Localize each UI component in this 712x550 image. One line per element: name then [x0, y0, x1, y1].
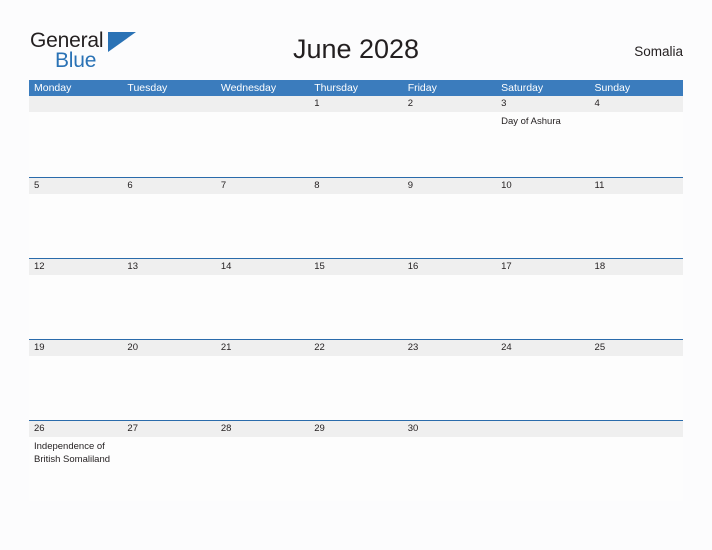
week-row: 26 27 28 29 30 Independence of British S…	[29, 420, 683, 501]
day-cell[interactable]	[590, 194, 683, 258]
day-number[interactable]: 5	[29, 178, 122, 194]
event-label: Independence of British Somaliland	[34, 441, 111, 465]
day-number[interactable]: 9	[403, 178, 496, 194]
day-number[interactable]	[122, 96, 215, 112]
day-number[interactable]	[496, 421, 589, 437]
day-cell[interactable]	[590, 275, 683, 339]
day-number[interactable]: 8	[309, 178, 402, 194]
day-cell[interactable]	[590, 112, 683, 176]
weekday-friday: Friday	[407, 82, 437, 94]
page-title: June 2028	[292, 34, 420, 64]
day-number[interactable]: 14	[216, 259, 309, 275]
day-cell[interactable]	[29, 356, 122, 420]
day-cell[interactable]	[403, 437, 496, 501]
day-number[interactable]: 20	[122, 340, 215, 356]
day-number[interactable]: 27	[122, 421, 215, 437]
day-cell[interactable]	[309, 356, 402, 420]
day-cell[interactable]	[216, 275, 309, 339]
week-row: 12 13 14 15 16 17 18	[29, 258, 683, 339]
day-number[interactable]: 12	[29, 259, 122, 275]
day-cell[interactable]	[216, 437, 309, 501]
day-cell[interactable]	[590, 356, 683, 420]
day-cell[interactable]	[216, 356, 309, 420]
day-cell[interactable]: Day of Ashura	[496, 112, 589, 176]
day-cell[interactable]: Independence of British Somaliland	[29, 437, 122, 501]
weekday-sunday: Sunday	[594, 82, 631, 94]
day-events-band	[29, 356, 683, 420]
weekday-saturday: Saturday	[501, 82, 544, 94]
day-number[interactable]: 18	[590, 259, 683, 275]
day-number[interactable]	[216, 96, 309, 112]
day-cell[interactable]	[403, 112, 496, 176]
day-number-band: 12 13 14 15 16 17 18	[29, 259, 683, 275]
day-cell[interactable]	[590, 437, 683, 501]
day-number[interactable]: 19	[29, 340, 122, 356]
day-cell[interactable]	[403, 194, 496, 258]
day-number[interactable]: 1	[309, 96, 402, 112]
day-cell[interactable]	[403, 356, 496, 420]
day-number[interactable]: 30	[403, 421, 496, 437]
day-cell[interactable]	[496, 275, 589, 339]
day-number-band: 26 27 28 29 30	[29, 421, 683, 437]
calendar-grid: Monday Tuesday Wednesday Thursday Friday…	[29, 80, 683, 501]
day-number[interactable]: 28	[216, 421, 309, 437]
weekday-wednesday: Wednesday	[220, 82, 277, 94]
day-cell[interactable]	[403, 275, 496, 339]
weekday-tuesday: Tuesday	[127, 82, 168, 94]
day-cell[interactable]	[29, 112, 122, 176]
day-cell[interactable]	[122, 356, 215, 420]
weekday-thursday: Thursday	[314, 82, 359, 94]
day-number[interactable]: 7	[216, 178, 309, 194]
day-number[interactable]: 21	[216, 340, 309, 356]
day-number[interactable]: 15	[309, 259, 402, 275]
day-events-band	[29, 194, 683, 258]
day-cell[interactable]	[122, 437, 215, 501]
day-number[interactable]: 3	[496, 96, 589, 112]
country-label: Somalia	[634, 44, 683, 59]
day-cell[interactable]	[29, 275, 122, 339]
page-header: General Blue June 2028 Somalia	[0, 0, 712, 80]
day-cell[interactable]	[496, 194, 589, 258]
day-number[interactable]	[590, 421, 683, 437]
day-cell[interactable]	[122, 112, 215, 176]
day-cell[interactable]	[122, 275, 215, 339]
day-number[interactable]: 25	[590, 340, 683, 356]
day-number[interactable]: 22	[309, 340, 402, 356]
day-events-band: Independence of British Somaliland	[29, 437, 683, 501]
day-number-band: 1 2 3 4	[29, 96, 683, 112]
day-number[interactable]	[29, 96, 122, 112]
day-number[interactable]: 4	[590, 96, 683, 112]
day-cell[interactable]	[216, 112, 309, 176]
day-number[interactable]: 6	[122, 178, 215, 194]
event-label: Day of Ashura	[501, 116, 561, 127]
day-number-band: 5 6 7 8 9 10 11	[29, 178, 683, 194]
day-cell[interactable]	[309, 194, 402, 258]
day-number[interactable]: 13	[122, 259, 215, 275]
week-row: 1 2 3 4 Day of Ashura	[29, 96, 683, 177]
day-cell[interactable]	[216, 194, 309, 258]
day-number[interactable]: 11	[590, 178, 683, 194]
day-cell[interactable]	[309, 275, 402, 339]
day-number[interactable]: 24	[496, 340, 589, 356]
day-number[interactable]: 29	[309, 421, 402, 437]
week-row: 19 20 21 22 23 24 25	[29, 339, 683, 420]
day-cell[interactable]	[496, 356, 589, 420]
day-events-band	[29, 275, 683, 339]
day-cell[interactable]	[122, 194, 215, 258]
day-number[interactable]: 26	[29, 421, 122, 437]
day-cell[interactable]	[496, 437, 589, 501]
day-cell[interactable]	[309, 112, 402, 176]
weekday-header-row: Monday Tuesday Wednesday Thursday Friday…	[29, 80, 683, 96]
day-cell[interactable]	[29, 194, 122, 258]
day-number[interactable]: 2	[403, 96, 496, 112]
day-number[interactable]: 10	[496, 178, 589, 194]
day-number[interactable]: 23	[403, 340, 496, 356]
week-row: 5 6 7 8 9 10 11	[29, 177, 683, 258]
weekday-monday: Monday	[34, 82, 72, 94]
day-number-band: 19 20 21 22 23 24 25	[29, 340, 683, 356]
day-events-band: Day of Ashura	[29, 112, 683, 176]
day-cell[interactable]	[309, 437, 402, 501]
day-number[interactable]: 16	[403, 259, 496, 275]
day-number[interactable]: 17	[496, 259, 589, 275]
